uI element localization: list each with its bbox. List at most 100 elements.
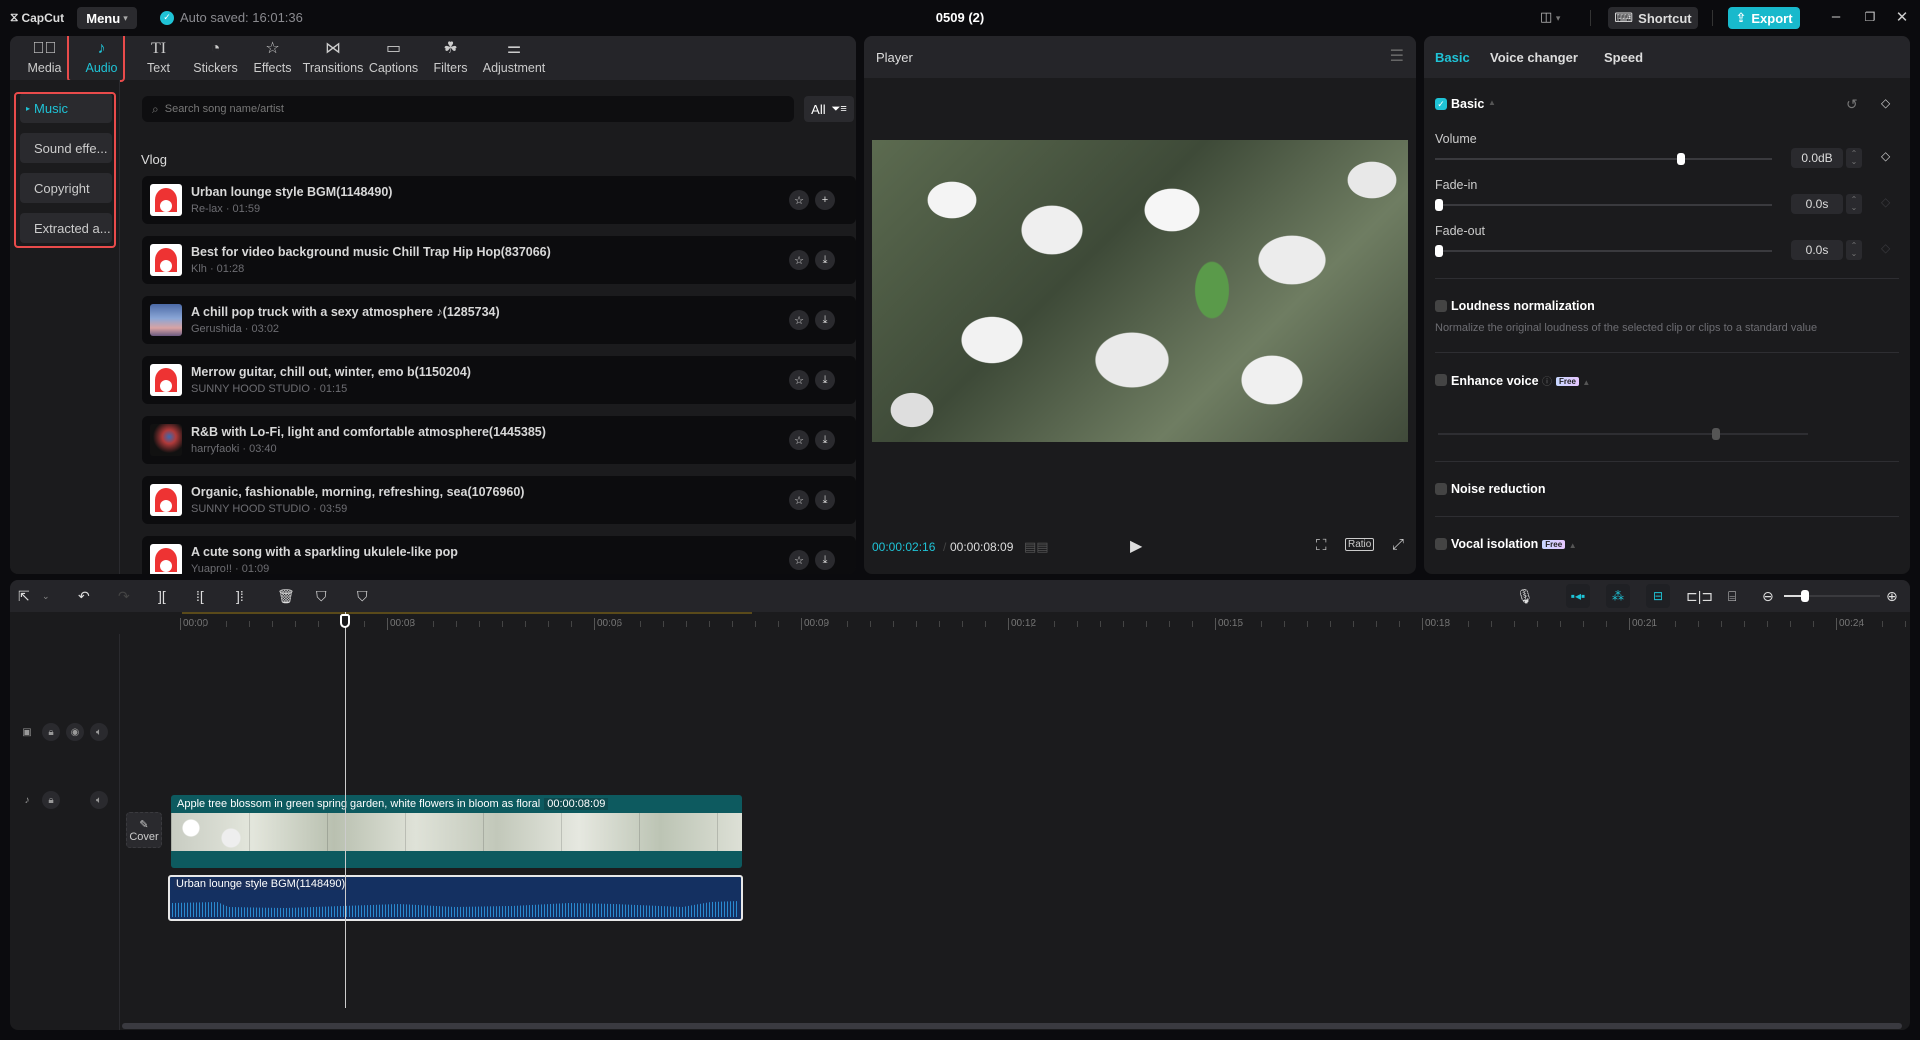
tab-effects[interactable]: ☆ Effects [244, 36, 301, 80]
restore-icon[interactable]: ❐ [1860, 10, 1880, 24]
tab-adjustment[interactable]: ⚌ Adjustment [479, 36, 549, 80]
tab-captions[interactable]: ▭ Captions [365, 36, 422, 80]
audio-meter-icon[interactable]: ▤▤ [1024, 539, 1049, 555]
timeline-scrollbar[interactable] [122, 1023, 1902, 1029]
tab-text[interactable]: TI Text [130, 36, 187, 80]
favorite-star-icon[interactable]: ☆ [789, 190, 809, 210]
download-icon[interactable]: ⤓ [815, 550, 835, 570]
song-list-item[interactable]: Best for video background music Chill Tr… [142, 236, 856, 284]
download-icon[interactable]: ⤓ [815, 430, 835, 450]
tab-transitions[interactable]: ⋈ Transitions [301, 36, 365, 80]
ratio-button[interactable]: Ratio [1345, 538, 1375, 551]
filter-button[interactable]: All ⏷≡ [804, 96, 854, 122]
volume-slider[interactable] [1435, 153, 1772, 165]
song-list-item[interactable]: R&B with Lo-Fi, light and comfortable at… [142, 416, 856, 464]
collapse-icon[interactable]: ▲ [1569, 541, 1577, 550]
add-icon[interactable]: + [815, 190, 835, 210]
song-list-item[interactable]: Merrow guitar, chill out, winter, emo b(… [142, 356, 856, 404]
volume-keyframe-icon[interactable]: ◇ [1881, 149, 1890, 163]
timeline-zoom-slider[interactable] [1784, 590, 1880, 602]
video-clip[interactable]: Apple tree blossom in green spring garde… [171, 795, 742, 868]
zoom-in-icon[interactable]: ⊕ [1886, 588, 1898, 605]
auto-snap-icon[interactable]: ⁂ [1606, 584, 1630, 608]
ruler-zoom-icon[interactable]: ⌸ [1728, 588, 1736, 605]
playhead[interactable] [345, 612, 346, 1008]
enhance-voice-checkbox[interactable] [1435, 374, 1447, 386]
volume-value[interactable]: 0.0dB [1791, 148, 1843, 168]
volume-stepper[interactable]: ⌃ ⌄ [1846, 148, 1862, 168]
hamburger-menu-icon[interactable]: ☰ [1390, 46, 1404, 66]
tab-media[interactable]: ▶⃞ Media [16, 36, 73, 80]
split-left-icon[interactable]: ⁞[ [196, 588, 204, 604]
shortcut-button[interactable]: ⌨ Shortcut [1608, 7, 1698, 29]
search-input[interactable]: ⌕ Search song name/artist [142, 96, 794, 122]
playhead-handle[interactable] [340, 614, 350, 628]
minimize-icon[interactable]: – [1826, 8, 1846, 25]
audio-clip[interactable]: Urban lounge style BGM(1148490) [168, 875, 743, 921]
ai-shield-icon[interactable]: ⛉ [316, 588, 327, 605]
help-icon[interactable]: ⓘ [1542, 377, 1552, 388]
play-icon[interactable]: ▶ [1130, 536, 1142, 556]
basic-checkbox[interactable]: ✓ [1435, 98, 1447, 110]
favorite-star-icon[interactable]: ☆ [789, 550, 809, 570]
download-icon[interactable]: ⤓ [815, 490, 835, 510]
fade-in-stepper[interactable]: ⌃ ⌄ [1846, 194, 1862, 214]
split-icon[interactable]: ][ [158, 588, 166, 604]
fade-out-stepper[interactable]: ⌃ ⌄ [1846, 240, 1862, 260]
download-icon[interactable]: ⤓ [815, 310, 835, 330]
keyframe-icon[interactable]: ◇ [1881, 96, 1890, 110]
volume-slider-knob[interactable] [1677, 153, 1685, 165]
fullscreen-icon[interactable]: ⤢ [1392, 536, 1404, 553]
fade-out-slider[interactable] [1435, 245, 1772, 257]
volume-icon[interactable]: 🔈︎ [90, 723, 108, 741]
shield-icon[interactable]: ⛉ [357, 588, 368, 605]
zoom-fit-icon[interactable]: ⛶ [1316, 537, 1327, 554]
tab-speed[interactable]: Speed [1604, 50, 1643, 65]
timeline-ruler[interactable]: 00:00 00:03 00:06 00:09 00:12 00:15 00:18 00:21… [122, 612, 1910, 634]
lock-icon[interactable]: 🔒︎ [42, 723, 60, 741]
favorite-star-icon[interactable]: ☆ [789, 310, 809, 330]
download-icon[interactable]: ⤓ [815, 370, 835, 390]
tab-filters[interactable]: ☘ Filters [422, 36, 479, 80]
select-tool-icon[interactable]: ⇱ [18, 588, 30, 605]
fade-in-slider-knob[interactable] [1435, 199, 1443, 211]
tab-stickers[interactable]: ◔ Stickers [187, 36, 244, 80]
zoom-out-icon[interactable]: ⊖ [1762, 588, 1774, 605]
tab-voice-changer[interactable]: Voice changer [1490, 50, 1578, 65]
song-list-item[interactable]: A chill pop truck with a sexy atmosphere… [142, 296, 856, 344]
zoom-slider-knob[interactable] [1801, 590, 1810, 602]
cover-button[interactable]: ✎ Cover [126, 812, 162, 848]
undo-icon[interactable]: ↶ [78, 588, 90, 605]
song-list-item[interactable]: Urban lounge style BGM(1148490) Re-lax · … [142, 176, 856, 224]
linkage-icon[interactable]: ⊟ [1646, 584, 1670, 608]
download-icon[interactable]: ⤓ [815, 250, 835, 270]
fade-out-value[interactable]: 0.0s [1791, 240, 1843, 260]
export-button[interactable]: ⇪ Export [1728, 7, 1800, 29]
tab-basic[interactable]: Basic [1435, 50, 1470, 65]
chevron-down-icon[interactable]: ⌄ [42, 591, 50, 602]
loudness-checkbox[interactable] [1435, 300, 1447, 312]
fade-in-slider[interactable] [1435, 199, 1772, 211]
fade-in-value[interactable]: 0.0s [1791, 194, 1843, 214]
video-preview[interactable] [872, 140, 1408, 442]
song-list-item[interactable]: Organic, fashionable, morning, refreshin… [142, 476, 856, 524]
microphone-icon[interactable]: 🎙 [1516, 588, 1534, 605]
delete-icon[interactable]: 🗑 [277, 588, 295, 605]
favorite-star-icon[interactable]: ☆ [789, 430, 809, 450]
layout-button[interactable]: ◫ ▾ [1540, 9, 1560, 25]
favorite-star-icon[interactable]: ☆ [789, 250, 809, 270]
split-preview-icon[interactable]: ⊏|⊐ [1686, 588, 1713, 605]
split-right-icon[interactable]: ]⁞ [236, 588, 244, 604]
song-list-item[interactable]: A cute song with a sparkling ukulele-lik… [142, 536, 856, 574]
fade-out-slider-knob[interactable] [1435, 245, 1443, 257]
reset-icon[interactable]: ↺ [1846, 96, 1858, 113]
collapse-icon[interactable]: ▲ [1488, 98, 1496, 107]
main-track-magnet-icon[interactable]: ▪◂▪ [1566, 584, 1590, 608]
favorite-star-icon[interactable]: ☆ [789, 490, 809, 510]
eye-icon[interactable]: ◉ [66, 723, 84, 741]
vocal-isolation-checkbox[interactable] [1435, 538, 1447, 550]
close-icon[interactable]: ✕ [1892, 8, 1912, 26]
volume-icon[interactable]: 🔈︎ [90, 791, 108, 809]
lock-icon[interactable]: 🔒︎ [42, 791, 60, 809]
noise-reduction-checkbox[interactable] [1435, 483, 1447, 495]
